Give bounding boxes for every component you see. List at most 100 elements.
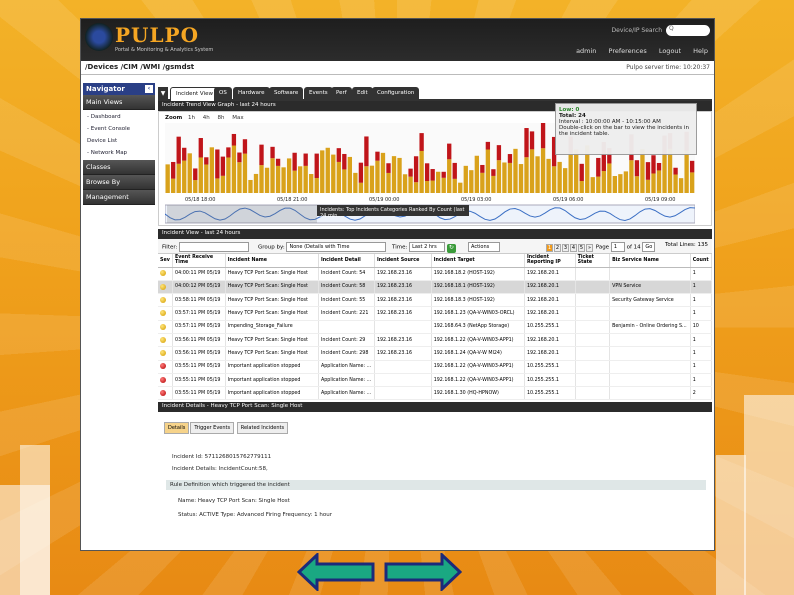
trend-bar[interactable]	[259, 165, 264, 193]
trend-bar[interactable]	[325, 147, 330, 193]
trend-bar[interactable]	[215, 178, 220, 193]
trend-bar[interactable]	[568, 153, 573, 193]
trend-bar-high[interactable]	[596, 157, 601, 177]
trend-bar[interactable]	[612, 176, 618, 193]
trend-bar[interactable]	[220, 175, 226, 193]
trend-bar[interactable]	[458, 182, 463, 193]
trend-bar[interactable]	[281, 167, 286, 193]
trend-bar[interactable]	[413, 182, 419, 193]
trend-bar[interactable]	[331, 154, 336, 193]
filter-select[interactable]	[179, 242, 250, 252]
tab-incident-view[interactable]: Incident View	[170, 87, 219, 101]
column-header[interactable]: Count	[690, 254, 713, 268]
trend-bar-high[interactable]	[358, 162, 364, 183]
tab-trigger-events[interactable]: Trigger Events	[190, 422, 235, 435]
trend-bar[interactable]	[237, 162, 242, 193]
trend-bar-high[interactable]	[634, 160, 640, 177]
trend-bar-high[interactable]	[689, 160, 695, 173]
page-3[interactable]: 3	[562, 243, 569, 252]
trend-bar[interactable]	[336, 161, 341, 193]
trend-bar[interactable]	[563, 168, 568, 193]
trend-bar[interactable]	[286, 158, 292, 193]
trend-bar[interactable]	[209, 147, 214, 193]
trend-bar[interactable]	[551, 166, 557, 193]
nav-item-event-console[interactable]: - Event Console	[83, 125, 155, 137]
trend-bar[interactable]	[629, 160, 634, 193]
trend-bar-high[interactable]	[413, 156, 419, 183]
trend-bar[interactable]	[507, 162, 513, 193]
trend-bar[interactable]	[447, 159, 452, 193]
trend-bar[interactable]	[535, 156, 540, 193]
tab-configuration[interactable]: Configuration	[372, 87, 420, 101]
trend-bar[interactable]	[502, 162, 507, 193]
trend-bar[interactable]	[248, 179, 253, 193]
trend-bar[interactable]	[485, 149, 491, 193]
tab-events[interactable]: Events	[304, 87, 333, 101]
trend-bar-high[interactable]	[529, 131, 535, 150]
trend-bar[interactable]	[430, 180, 435, 193]
page-5[interactable]: 5	[578, 243, 585, 252]
table-row[interactable]: 03:57:11 PM 05/19 Impending_Storage_Failu…	[158, 320, 713, 334]
trend-bar[interactable]	[524, 157, 529, 193]
trend-bar[interactable]	[320, 150, 325, 193]
trend-bar-high[interactable]	[303, 153, 308, 166]
trend-bar[interactable]	[684, 150, 689, 193]
trend-bar[interactable]	[474, 155, 479, 193]
trend-bar[interactable]	[601, 171, 606, 193]
trend-bar-high[interactable]	[441, 171, 446, 178]
trend-bar-high[interactable]	[491, 169, 496, 176]
trend-bar-high[interactable]	[259, 144, 264, 166]
trend-bar[interactable]	[198, 157, 203, 193]
trend-bar-high[interactable]	[292, 152, 297, 171]
trend-bar-high[interactable]	[176, 136, 181, 164]
trend-bar[interactable]	[496, 160, 502, 193]
trend-bar[interactable]	[397, 157, 402, 193]
trend-bar-high[interactable]	[424, 163, 430, 182]
trend-bar-high[interactable]	[480, 164, 485, 173]
trend-bar-high[interactable]	[182, 147, 187, 161]
column-header[interactable]: Incident Reporting IP	[524, 254, 576, 268]
trend-bar[interactable]	[424, 181, 430, 193]
page-2[interactable]: 2	[554, 243, 561, 252]
trend-bar[interactable]	[656, 170, 662, 193]
refresh-icon[interactable]: ↻	[446, 243, 456, 253]
nav-section-management[interactable]: Management	[83, 190, 155, 205]
trend-bar-high[interactable]	[242, 139, 248, 154]
trend-bar[interactable]	[689, 172, 695, 193]
table-row[interactable]: 03:55:11 PM 05/19 Important application s…	[158, 386, 713, 401]
trend-bar-high[interactable]	[314, 153, 319, 178]
trend-bar[interactable]	[546, 158, 551, 193]
trend-bar[interactable]	[452, 178, 457, 193]
trend-bar[interactable]	[226, 157, 231, 193]
trend-bar[interactable]	[667, 148, 673, 193]
table-row[interactable]: 04:00:12 PM 05/19 Heavy TCP Port Scan: Si…	[158, 280, 713, 295]
trend-bar[interactable]	[402, 174, 408, 193]
tab-os[interactable]: OS	[214, 87, 232, 101]
trend-bar-high[interactable]	[386, 163, 391, 173]
trend-bar[interactable]	[518, 164, 524, 193]
help-link[interactable]: Help	[693, 47, 708, 55]
trend-bar[interactable]	[596, 176, 601, 193]
nav-item-device-list[interactable]: Device List	[83, 137, 155, 149]
trend-bar[interactable]	[480, 172, 485, 193]
trend-bar[interactable]	[270, 158, 275, 193]
trend-bar[interactable]	[436, 171, 441, 193]
trend-bar[interactable]	[529, 149, 535, 193]
trend-bar-high[interactable]	[193, 168, 198, 181]
trend-bar[interactable]	[623, 171, 629, 193]
table-row[interactable]: 03:57:11 PM 05/19 Heavy TCP Port Scan: Si…	[158, 306, 713, 321]
trend-bar[interactable]	[187, 153, 192, 193]
trend-bar-high[interactable]	[375, 151, 380, 161]
trend-bar[interactable]	[165, 164, 170, 193]
tab-perf[interactable]: Perf	[331, 87, 352, 101]
trend-bar-high[interactable]	[275, 158, 281, 166]
trend-bar[interactable]	[441, 177, 446, 193]
trend-bar[interactable]	[204, 164, 209, 193]
trend-bar-high[interactable]	[656, 162, 662, 171]
trend-bar[interactable]	[342, 169, 347, 193]
trend-bar[interactable]	[574, 149, 579, 193]
trend-bar[interactable]	[364, 166, 369, 193]
column-header[interactable]: Incident Name	[225, 254, 319, 268]
trend-bar[interactable]	[231, 145, 237, 193]
trend-bar-high[interactable]	[336, 148, 341, 162]
